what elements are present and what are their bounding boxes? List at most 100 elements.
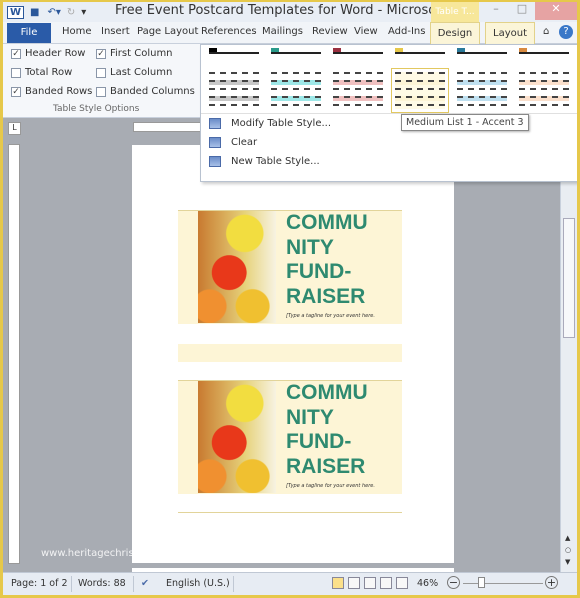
tab-design[interactable]: Design bbox=[430, 22, 480, 44]
checkbox[interactable]: ✓ bbox=[11, 48, 21, 59]
scrollbar-thumb[interactable] bbox=[563, 218, 575, 338]
minimize-ribbon-icon[interactable]: ⌂ bbox=[543, 26, 549, 37]
table-band-row bbox=[178, 344, 402, 362]
table-style-swatch[interactable] bbox=[457, 48, 507, 54]
checkbox[interactable]: ✓ bbox=[11, 86, 21, 97]
previous-page-icon[interactable]: ▲ bbox=[565, 534, 570, 542]
save-icon[interactable]: ■ bbox=[30, 7, 39, 18]
redo-icon[interactable]: ↻ bbox=[67, 7, 75, 18]
table-style-swatch[interactable] bbox=[271, 72, 321, 109]
option-banded-columns[interactable]: Banded Columns bbox=[96, 86, 195, 97]
option-label: First Column bbox=[110, 48, 173, 59]
roses-image[interactable] bbox=[198, 381, 276, 493]
page-count[interactable]: Page: 1 of 2 bbox=[11, 578, 68, 589]
document-area: L COMMU NITY FUND- RAISER [Type a tagline fo… bbox=[3, 118, 577, 578]
checkbox[interactable] bbox=[96, 67, 106, 78]
vertical-scrollbar[interactable]: ▲ ○ ▼ bbox=[560, 118, 577, 572]
menu-item-new-table-style[interactable]: New Table Style... bbox=[209, 156, 320, 167]
option-first-column[interactable]: ✓ First Column bbox=[96, 48, 173, 59]
postcard-heading[interactable]: COMMU NITY FUND- RAISER bbox=[286, 381, 368, 479]
option-last-column[interactable]: Last Column bbox=[96, 67, 172, 78]
tab-insert[interactable]: Insert bbox=[101, 26, 130, 37]
tab-view[interactable]: View bbox=[354, 26, 378, 37]
group-label: Table Style Options bbox=[53, 104, 140, 114]
word-app-icon: W bbox=[7, 5, 25, 19]
postcard-tagline[interactable]: [Type a tagline for your event here. bbox=[286, 483, 375, 489]
ribbon-tabs: File Home Insert Page Layout References … bbox=[3, 22, 577, 44]
customize-toolbar-icon[interactable]: ▾ bbox=[81, 7, 86, 18]
menu-item-label: Modify Table Style... bbox=[231, 118, 332, 129]
menu-item-label: Clear bbox=[231, 137, 258, 148]
zoom-slider[interactable] bbox=[463, 583, 543, 584]
table-style-swatch[interactable] bbox=[333, 72, 383, 109]
postcard[interactable]: COMMU NITY FUND- RAISER [Type a tagline for … bbox=[178, 210, 402, 324]
heading-line: NITY bbox=[286, 235, 334, 259]
heading-line: NITY bbox=[286, 405, 334, 429]
proofing-icon[interactable]: ✔ bbox=[141, 578, 149, 589]
horizontal-ruler[interactable] bbox=[133, 122, 203, 132]
next-page-icon[interactable]: ▼ bbox=[565, 558, 570, 566]
table-style-swatch[interactable] bbox=[519, 72, 569, 109]
zoom-out-button[interactable]: − bbox=[447, 576, 460, 589]
option-label: Header Row bbox=[25, 48, 86, 59]
table-border-line bbox=[178, 512, 402, 513]
new-table-style-icon bbox=[209, 156, 221, 167]
close-button[interactable]: ✕ bbox=[535, 2, 577, 20]
document-page[interactable]: COMMU NITY FUND- RAISER [Type a tagline for … bbox=[132, 145, 454, 563]
tab-layout[interactable]: Layout bbox=[485, 22, 535, 44]
option-header-row[interactable]: ✓ Header Row bbox=[11, 48, 85, 59]
tab-page-layout[interactable]: Page Layout bbox=[137, 26, 198, 37]
help-icon[interactable]: ? bbox=[559, 25, 573, 39]
menu-item-clear[interactable]: Clear bbox=[209, 137, 257, 148]
table-style-swatch[interactable] bbox=[395, 48, 445, 54]
table-style-swatch[interactable] bbox=[209, 72, 259, 109]
table-style-swatch[interactable] bbox=[271, 48, 321, 54]
table-styles-gallery: Modify Table Style... Clear New Table St… bbox=[200, 44, 577, 182]
heading-line: RAISER bbox=[286, 284, 366, 308]
checkbox[interactable] bbox=[11, 67, 21, 78]
draft-view-button[interactable] bbox=[396, 577, 408, 589]
full-screen-reading-button[interactable] bbox=[348, 577, 360, 589]
table-style-swatch[interactable] bbox=[457, 72, 507, 109]
checkbox[interactable] bbox=[96, 86, 106, 97]
zoom-level[interactable]: 46% bbox=[417, 578, 438, 589]
undo-icon[interactable]: ↶▾ bbox=[47, 7, 60, 18]
postcard-heading[interactable]: COMMU NITY FUND- RAISER bbox=[286, 211, 368, 309]
tab-references[interactable]: References bbox=[201, 26, 257, 37]
postcard-tagline[interactable]: [Type a tagline for your event here. bbox=[286, 313, 375, 319]
modify-table-style-icon bbox=[209, 118, 221, 129]
tab-review[interactable]: Review bbox=[312, 26, 348, 37]
roses-image[interactable] bbox=[198, 211, 276, 323]
tab-home[interactable]: Home bbox=[62, 26, 92, 37]
web-layout-button[interactable] bbox=[364, 577, 376, 589]
heading-line: FUND- bbox=[286, 260, 352, 283]
vertical-ruler[interactable] bbox=[8, 144, 20, 564]
zoom-slider-knob[interactable] bbox=[477, 577, 485, 588]
maximize-button[interactable]: □ bbox=[509, 2, 535, 20]
tab-add-ins[interactable]: Add-Ins bbox=[388, 26, 425, 37]
option-total-row[interactable]: Total Row bbox=[11, 67, 72, 78]
browse-object-icon[interactable]: ○ bbox=[565, 546, 571, 554]
checkbox[interactable]: ✓ bbox=[96, 48, 106, 59]
heading-line: RAISER bbox=[286, 454, 366, 478]
minimize-button[interactable]: – bbox=[483, 2, 509, 20]
menu-item-modify-table-style[interactable]: Modify Table Style... bbox=[209, 118, 331, 129]
heading-line: COMMU bbox=[286, 381, 368, 404]
option-label: Last Column bbox=[110, 67, 173, 78]
tab-mailings[interactable]: Mailings bbox=[262, 26, 303, 37]
table-style-swatch-selected[interactable] bbox=[391, 68, 449, 113]
table-style-swatch[interactable] bbox=[519, 48, 569, 54]
postcard[interactable]: COMMU NITY FUND- RAISER [Type a tagline for … bbox=[178, 380, 402, 494]
zoom-in-button[interactable]: + bbox=[545, 576, 558, 589]
language[interactable]: English (U.S.) bbox=[166, 578, 230, 589]
outline-view-button[interactable] bbox=[380, 577, 392, 589]
word-count[interactable]: Words: 88 bbox=[78, 578, 126, 589]
option-label: Banded Rows bbox=[25, 86, 93, 97]
tab-file[interactable]: File bbox=[7, 23, 51, 43]
option-banded-rows[interactable]: ✓ Banded Rows bbox=[11, 86, 92, 97]
clear-table-style-icon bbox=[209, 137, 221, 148]
tab-selector-button[interactable]: L bbox=[8, 122, 21, 135]
table-style-swatch[interactable] bbox=[209, 48, 259, 54]
print-layout-view-button[interactable] bbox=[332, 577, 344, 589]
table-style-swatch[interactable] bbox=[333, 48, 383, 54]
